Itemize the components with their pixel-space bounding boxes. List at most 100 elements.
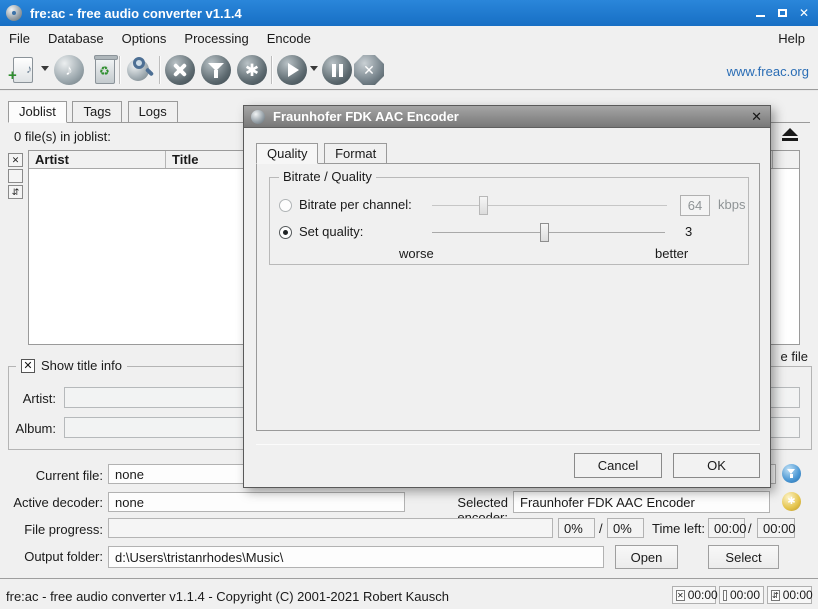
cddb-query-icon — [125, 55, 155, 85]
cddb-query-button[interactable] — [125, 55, 155, 85]
star-icon: ✱ — [787, 497, 795, 507]
dialog-tab-pane: Bitrate / Quality Bitrate per channel: 6… — [256, 163, 760, 431]
tab-joblist[interactable]: Joblist — [8, 101, 67, 123]
time-total-selected: ✕ 00:00 — [672, 586, 716, 604]
time-value: 00:00 — [730, 588, 760, 602]
add-audio-cd-button[interactable]: ♪ — [54, 55, 84, 85]
pause-icon — [332, 64, 343, 77]
output-folder-combobox[interactable]: d:\Users\tristanrhodes\Music\ — [108, 546, 604, 568]
freac-website-link[interactable]: www.freac.org — [727, 64, 809, 79]
statusbar-text: fre:ac - free audio converter v1.1.4 - C… — [6, 589, 449, 604]
funnel-icon — [787, 469, 796, 478]
bitrate-unit-label: kbps — [718, 197, 745, 212]
general-settings-button[interactable] — [165, 55, 195, 85]
quality-slider-handle[interactable] — [540, 223, 549, 242]
dialog-tabs: Quality Format — [256, 142, 389, 163]
cancel-button[interactable]: Cancel — [574, 453, 662, 478]
show-title-info-label: Show title info — [41, 358, 122, 373]
dialog-tab-format[interactable]: Format — [324, 143, 387, 164]
bitrate-label: Bitrate per channel: — [299, 197, 412, 212]
toolbar-separator — [271, 56, 273, 84]
show-title-info-checkbox[interactable]: ✕ Show title info — [16, 358, 127, 373]
active-decoder-label: Active decoder: — [0, 495, 103, 510]
menu-help[interactable]: Help — [769, 26, 814, 50]
menu-file[interactable]: File — [0, 26, 39, 50]
start-encoding-button[interactable] — [277, 55, 307, 85]
bitrate-slider[interactable] — [432, 205, 667, 206]
bitrate-value-field[interactable]: 64 — [680, 195, 710, 216]
select-all-button[interactable]: ✕ — [8, 153, 23, 167]
remove-entries-button[interactable]: ♻ — [90, 55, 120, 85]
quality-slider[interactable] — [432, 232, 665, 233]
configure-encoder-icon: ✱ — [245, 62, 259, 79]
play-icon — [288, 63, 299, 77]
menu-database[interactable]: Database — [39, 26, 113, 50]
time-value: 00:00 — [783, 588, 813, 602]
add-files-icon: +♪ — [13, 57, 33, 83]
menu-options[interactable]: Options — [113, 26, 176, 50]
dialog-close-button[interactable]: ✕ — [751, 109, 762, 125]
toolbar — [0, 50, 818, 90]
pause-encoding-button[interactable] — [322, 55, 352, 85]
artist-label: Artist: — [0, 391, 56, 406]
dialog-separator — [256, 444, 760, 445]
track-progress-percent: 0% — [558, 518, 595, 538]
general-settings-icon — [171, 61, 189, 79]
minimize-button[interactable] — [752, 5, 768, 21]
quality-value-label: 3 — [685, 224, 692, 239]
select-none-button[interactable] — [8, 169, 23, 183]
column-header-extra[interactable] — [773, 151, 799, 168]
slash-separator: / — [599, 521, 603, 536]
window-title: fre:ac - free audio converter v1.1.4 — [30, 6, 242, 21]
menu-encode[interactable]: Encode — [258, 26, 320, 50]
bitrate-slider-handle[interactable] — [479, 196, 488, 215]
dialog-icon — [251, 110, 265, 124]
bitrate-quality-group-label: Bitrate / Quality — [279, 169, 376, 184]
main-tabs: Joblist Tags Logs — [8, 101, 180, 123]
scale-worse-label: worse — [399, 246, 434, 261]
bitrate-radio[interactable] — [279, 199, 292, 212]
total-progress-percent: 0% — [607, 518, 644, 538]
file-progress-label: File progress: — [0, 522, 103, 537]
time-left-track: 00:00 — [708, 518, 745, 538]
add-files-dropdown-icon[interactable] — [41, 66, 49, 71]
menu-processing[interactable]: Processing — [175, 26, 257, 50]
tab-tags[interactable]: Tags — [72, 101, 121, 123]
app-window: fre:ac - free audio converter v1.1.4 ✕ F… — [0, 0, 818, 609]
stop-encoding-button[interactable]: ✕ — [354, 55, 384, 85]
encoder-config-button[interactable]: ✱ — [782, 492, 801, 511]
app-icon — [6, 5, 22, 21]
toolbar-separator — [159, 56, 161, 84]
open-button[interactable]: Open — [615, 545, 678, 569]
close-button[interactable]: ✕ — [796, 5, 812, 21]
toggle-selection-button[interactable]: ⇵ — [8, 185, 23, 199]
selected-encoder-combobox[interactable]: Fraunhofer FDK AAC Encoder — [513, 491, 770, 513]
checkbox-checked-icon: ✕ — [21, 359, 35, 373]
select-button[interactable]: Select — [708, 545, 779, 569]
add-files-button[interactable]: +♪ — [8, 55, 38, 85]
configure-encoder-button[interactable]: ✱ — [237, 55, 267, 85]
current-file-label: Current file: — [0, 468, 103, 483]
processing-indicator-button[interactable] — [782, 464, 801, 483]
menu-bar: File Database Options Processing Encode — [0, 26, 818, 50]
active-decoder-value: none — [108, 492, 405, 512]
column-header-artist[interactable]: Artist — [29, 151, 166, 168]
set-quality-radio[interactable] — [279, 226, 292, 239]
dialog-title-bar: Fraunhofer FDK AAC Encoder — [244, 106, 770, 128]
encoder-config-dialog: Fraunhofer FDK AAC Encoder ✕ Quality For… — [243, 105, 771, 488]
ok-button[interactable]: OK — [673, 453, 760, 478]
time-left-total: 00:00 — [757, 518, 795, 538]
remove-entries-icon: ♻ — [95, 57, 115, 84]
processing-button[interactable] — [201, 55, 231, 85]
tab-logs[interactable]: Logs — [128, 101, 178, 123]
toggle-selection-icon: ⇵ — [771, 590, 780, 601]
add-audio-cd-icon: ♪ — [65, 63, 73, 78]
dialog-tab-quality[interactable]: Quality — [256, 143, 318, 164]
start-encoding-dropdown-icon[interactable] — [310, 66, 318, 71]
album-label: Album: — [0, 421, 56, 436]
maximize-button[interactable] — [774, 5, 790, 21]
toolbar-separator — [119, 56, 121, 84]
processing-icon — [208, 63, 224, 78]
slash-separator: / — [748, 521, 752, 536]
joblist-count-label: 0 file(s) in joblist: — [14, 129, 111, 144]
